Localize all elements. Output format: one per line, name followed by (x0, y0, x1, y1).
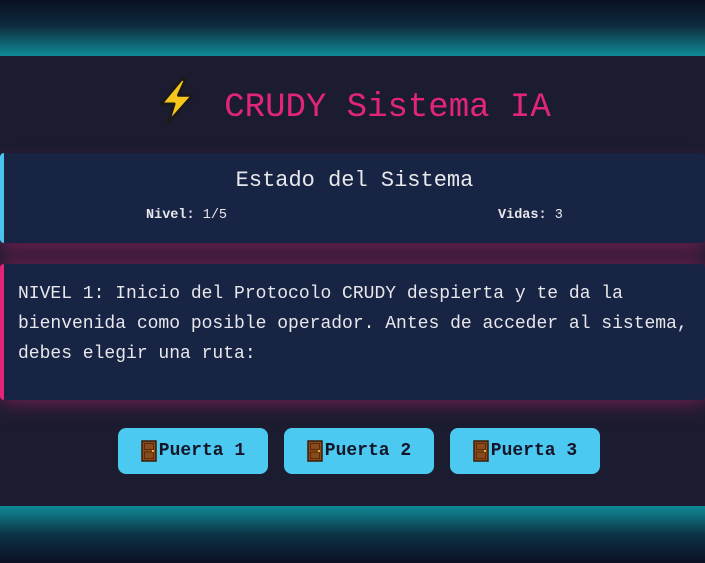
bottom-glow-bar (0, 506, 705, 563)
level-value: 1/5 (202, 208, 228, 223)
door-3-label: Puerta 3 (490, 441, 578, 461)
story-text: NIVEL 1: Inicio del Protocolo CRUDY desp… (18, 284, 688, 364)
level-stat: Nivel: 1/5 (146, 208, 227, 223)
door-3-button[interactable]: Puerta 3 (450, 428, 600, 474)
status-panel: Estado del Sistema Nivel: 1/5 Vidas: 3 (0, 153, 705, 243)
lightning-icon (160, 78, 195, 124)
story-panel: NIVEL 1: Inicio del Protocolo CRUDY desp… (0, 264, 705, 400)
level-label: Nivel: (146, 208, 195, 223)
door-icon (473, 440, 489, 462)
lives-value: 3 (554, 208, 563, 223)
door-2-button[interactable]: Puerta 2 (284, 428, 434, 474)
app-title-text: CRUDY Sistema IA (224, 89, 551, 127)
lives-stat: Vidas: 3 (498, 208, 563, 223)
lives-label: Vidas: (498, 208, 547, 223)
door-icon (141, 440, 157, 462)
door-1-label: Puerta 1 (158, 441, 246, 461)
top-glow-bar (0, 0, 705, 56)
game-page: CRUDY Sistema IA Estado del Sistema Nive… (0, 0, 705, 563)
door-icon (307, 440, 323, 462)
app-title: CRUDY Sistema IA (0, 78, 705, 127)
door-2-label: Puerta 2 (324, 441, 412, 461)
door-choices: Puerta 1 Puerta 2 Puerta 3 (0, 428, 705, 474)
door-1-button[interactable]: Puerta 1 (118, 428, 268, 474)
status-title: Estado del Sistema (235, 168, 474, 193)
